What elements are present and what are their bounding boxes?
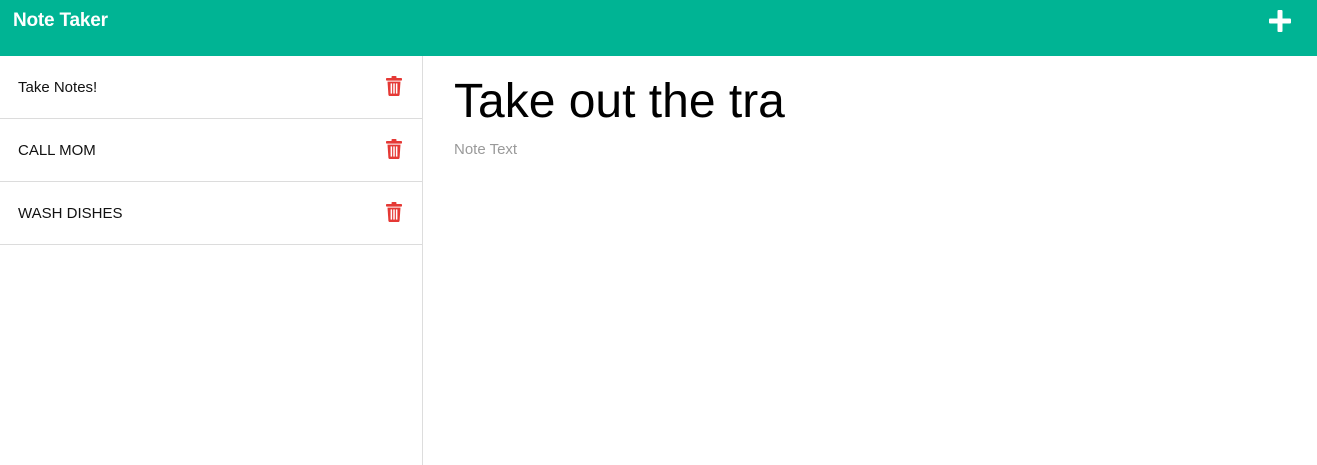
trash-icon [386, 76, 402, 96]
delete-note-button[interactable] [386, 139, 402, 159]
app-brand-link[interactable]: Note Taker [13, 9, 108, 33]
delete-note-button[interactable] [386, 76, 402, 96]
new-note-button[interactable] [1266, 7, 1294, 35]
trash-icon [386, 202, 402, 222]
note-text-input[interactable] [454, 140, 1294, 440]
note-editor [424, 56, 1317, 465]
trash-icon [386, 139, 402, 159]
note-list-item-title[interactable]: Take Notes! [18, 78, 97, 97]
note-list: Take Notes! CALL MOM WASH DISHES [0, 56, 423, 465]
note-list-item[interactable]: CALL MOM [0, 119, 422, 182]
note-list-item[interactable]: WASH DISHES [0, 182, 422, 245]
navbar: Note Taker [0, 0, 1317, 56]
note-list-item[interactable]: Take Notes! [0, 56, 422, 119]
note-title-input[interactable] [454, 72, 1294, 132]
note-list-item-title[interactable]: CALL MOM [18, 141, 96, 160]
plus-icon [1269, 10, 1291, 32]
delete-note-button[interactable] [386, 202, 402, 222]
note-list-item-title[interactable]: WASH DISHES [18, 204, 122, 223]
